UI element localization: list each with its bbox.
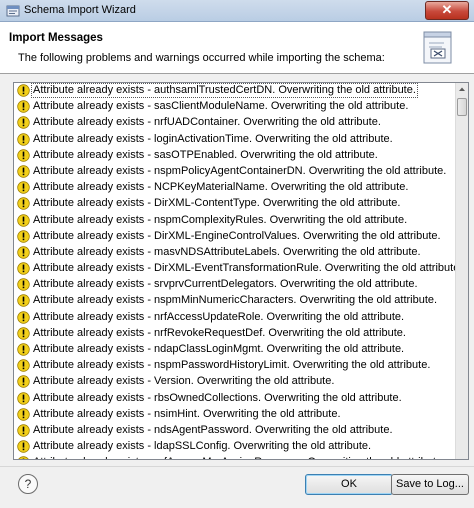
message-text: Attribute already exists - DirXML-Engine… — [33, 229, 441, 242]
warning-icon — [17, 408, 30, 421]
message-text: Attribute already exists - DirXML-EventT… — [33, 262, 463, 275]
warning-icon — [17, 229, 30, 243]
message-row[interactable]: Attribute already exists - nrfUADContain… — [14, 115, 456, 131]
message-row[interactable]: Attribute already exists - NCPKeyMateria… — [14, 180, 456, 196]
message-text: Attribute already exists - NCPKeyMateria… — [33, 181, 409, 194]
help-button[interactable]: ? — [18, 474, 38, 494]
message-text: Attribute already exists - nsimHint. Ove… — [33, 407, 341, 420]
help-icon: ? — [24, 477, 32, 491]
message-text: Attribute already exists - sasClientModu… — [33, 100, 409, 113]
message-row[interactable]: Attribute already exists - authsamlTrust… — [14, 83, 456, 99]
warning-icon — [17, 132, 30, 146]
messages-list[interactable]: Attribute already exists - authsamlTrust… — [13, 82, 469, 460]
message-row[interactable]: Attribute already exists - sasClientModu… — [14, 99, 456, 115]
message-text: Attribute already exists - nspmMinNumeri… — [33, 294, 438, 307]
wizard-banner-icon — [423, 31, 452, 64]
vertical-scrollbar[interactable] — [455, 83, 468, 459]
warning-icon — [17, 197, 30, 211]
window-title: Schema Import Wizard — [24, 4, 136, 16]
warning-icon — [17, 149, 30, 162]
warning-icon — [17, 246, 30, 259]
message-row[interactable]: Attribute already exists - nspmComplexit… — [14, 213, 456, 229]
message-text: Attribute already exists - Version. Over… — [33, 375, 335, 388]
warning-icon — [17, 165, 30, 178]
message-row[interactable]: Attribute already exists - nspmPolicyAge… — [14, 164, 456, 180]
warning-icon — [17, 327, 30, 340]
page-title: Import Messages — [9, 32, 103, 44]
warning-icon — [17, 294, 30, 308]
footer-divider — [0, 466, 474, 467]
wizard-header: Import Messages The following problems a… — [0, 22, 474, 74]
message-text: Attribute already exists - ndsAgentPassw… — [33, 423, 393, 436]
warning-icon — [17, 359, 30, 372]
message-row[interactable]: Attribute already exists - DirXML-EventT… — [14, 261, 462, 277]
message-row[interactable]: Attribute already exists - nspmPasswordH… — [14, 358, 456, 374]
close-icon: ✕ — [441, 2, 453, 17]
warning-icon — [17, 310, 30, 324]
message-text: Attribute already exists - nrfAccessUpda… — [33, 310, 405, 323]
warning-icon — [17, 424, 30, 437]
message-text: Attribute already exists - nrfUADContain… — [33, 116, 381, 129]
message-row[interactable]: Attribute already exists - Version. Over… — [14, 374, 456, 390]
warning-icon — [17, 440, 30, 453]
message-row[interactable]: Attribute already exists - sasOTPEnabled… — [14, 148, 456, 164]
message-row[interactable]: Attribute already exists - DirXML-Engine… — [14, 229, 456, 245]
scrollbar-thumb[interactable] — [457, 98, 467, 116]
message-row[interactable]: Attribute already exists - nsimHint. Ove… — [14, 407, 456, 423]
message-row[interactable]: Attribute already exists - ndsAgentPassw… — [14, 423, 456, 439]
warning-icon — [17, 84, 30, 97]
message-row[interactable]: Attribute already exists - nrfRevokeRequ… — [14, 326, 456, 342]
message-text: Attribute already exists - loginActivati… — [33, 132, 393, 145]
messages-rows: Attribute already exists - authsamlTrust… — [14, 83, 462, 459]
message-row[interactable]: Attribute already exists - masvNDSAttrib… — [14, 245, 456, 261]
schema-app-icon — [6, 5, 20, 17]
warning-icon — [18, 456, 29, 459]
warning-icon — [17, 116, 30, 130]
ok-button[interactable]: OK — [305, 474, 393, 495]
message-text: Attribute already exists - sasOTPEnabled… — [33, 148, 378, 161]
warning-icon — [17, 391, 30, 405]
message-row[interactable]: Attribute already exists - nspmMinNumeri… — [14, 293, 456, 309]
message-text: Attribute already exists - srvprvCurrent… — [33, 278, 418, 291]
message-text: Attribute already exists - authsamlTrust… — [31, 83, 418, 98]
message-row[interactable]: Attribute already exists - rbsOwnedColle… — [14, 391, 456, 407]
warning-icon — [17, 213, 30, 227]
message-text: Attribute already exists - nspmComplexit… — [33, 213, 408, 226]
warning-icon — [17, 278, 30, 291]
message-row[interactable]: Attribute already exists - DirXML-Conten… — [14, 196, 456, 212]
warning-icon — [17, 262, 30, 275]
save-to-log-button[interactable]: Save to Log... — [391, 474, 469, 495]
title-bar: Schema Import Wizard ✕ — [0, 0, 474, 22]
warning-icon — [17, 343, 30, 356]
message-row[interactable]: Attribute already exists - ldapSSLConfig… — [14, 439, 456, 455]
message-row[interactable]: Attribute already exists - nrfAccessUpda… — [14, 310, 456, 326]
scroll-up-arrow-icon[interactable] — [456, 83, 468, 96]
message-text: Attribute already exists - ndapClassLogi… — [33, 343, 405, 355]
message-text: Attribute already exists - DirXML-Conten… — [33, 197, 401, 210]
message-text: Attribute already exists - nspmPolicyAge… — [33, 164, 447, 177]
warning-icon — [17, 375, 30, 389]
message-text: Attribute already exists - rbsOwnedColle… — [33, 391, 402, 404]
message-row[interactable]: Attribute already exists - ndapClassLogi… — [14, 342, 456, 358]
message-text: Attribute already exists - nrfAccessMgrA… — [32, 456, 446, 459]
message-text: Attribute already exists - nspmPasswordH… — [33, 359, 431, 372]
warning-icon — [17, 100, 30, 113]
warning-icon — [17, 181, 30, 194]
page-description: The following problems and warnings occu… — [18, 52, 385, 64]
message-text: Attribute already exists - nrfRevokeRequ… — [33, 326, 406, 339]
message-row[interactable]: Attribute already exists - nrfAccessMgrA… — [14, 455, 456, 459]
message-row[interactable]: Attribute already exists - srvprvCurrent… — [14, 277, 456, 293]
message-row[interactable]: Attribute already exists - loginActivati… — [14, 132, 456, 148]
message-text: Attribute already exists - ldapSSLConfig… — [33, 440, 372, 453]
message-text: Attribute already exists - masvNDSAttrib… — [33, 245, 421, 258]
close-button[interactable]: ✕ — [425, 1, 469, 20]
